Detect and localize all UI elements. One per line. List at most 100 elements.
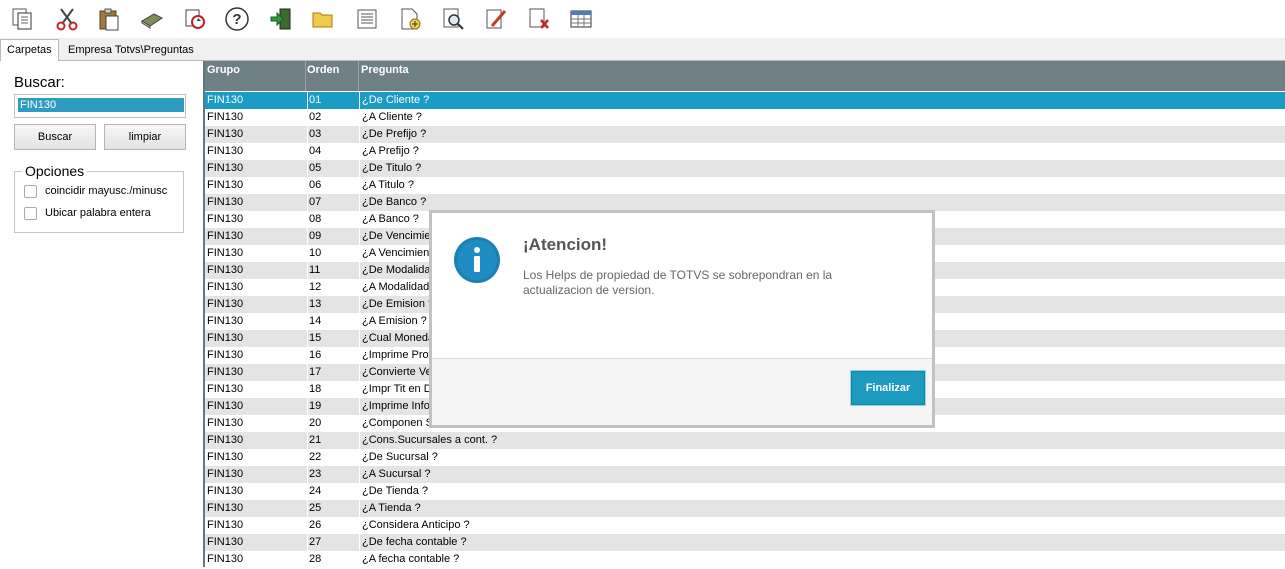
table-icon[interactable] [568, 6, 594, 32]
cell-pregunta: ¿De Prefijo ? [359, 126, 1262, 143]
cell-grupo: FIN130 [207, 281, 244, 293]
grid-header: Grupo Orden Pregunta [205, 61, 1285, 91]
cell-orden: 21 [307, 432, 359, 449]
column-header-pregunta[interactable]: Pregunta [361, 64, 409, 76]
new-document-icon[interactable] [397, 6, 423, 32]
cell-grupo: FIN130 [207, 213, 244, 225]
cell-pregunta: ¿De Titulo ? [359, 160, 1262, 177]
finalizar-button[interactable]: Finalizar [851, 371, 925, 405]
cell-grupo: FIN130 [207, 111, 244, 123]
cell-orden: 04 [307, 143, 359, 160]
cell-orden: 17 [307, 364, 359, 381]
cell-grupo: FIN130 [207, 179, 244, 191]
match-case-option[interactable]: coincidir mayusc./minusc [24, 183, 167, 199]
opciones-legend: Opciones [22, 163, 88, 179]
column-header-grupo[interactable]: Grupo [207, 64, 240, 76]
cell-grupo: FIN130 [207, 451, 244, 463]
tab-empresa-preguntas[interactable]: Empresa Totvs\Preguntas [62, 40, 200, 60]
cell-orden: 19 [307, 398, 359, 415]
search-box [14, 94, 186, 118]
exit-icon[interactable] [268, 6, 294, 32]
column-separator [305, 61, 306, 91]
cell-orden: 10 [307, 245, 359, 262]
table-row[interactable]: FIN130 27 ¿De fecha contable ? [205, 534, 1285, 552]
preview-icon[interactable] [440, 6, 466, 32]
cell-orden: 12 [307, 279, 359, 296]
cell-grupo: FIN130 [207, 128, 244, 140]
cell-orden: 02 [307, 109, 359, 126]
column-header-orden[interactable]: Orden [307, 64, 339, 76]
cell-pregunta: ¿A fecha contable ? [359, 551, 1262, 568]
help-icon[interactable]: ? [224, 6, 250, 32]
copy-icon[interactable] [9, 6, 35, 32]
table-row[interactable]: FIN130 28 ¿A fecha contable ? [205, 551, 1285, 569]
tab-carpetas[interactable]: Carpetas [0, 39, 59, 61]
limpiar-button[interactable]: limpiar [104, 124, 186, 150]
cell-grupo: FIN130 [207, 400, 244, 412]
cell-orden: 06 [307, 177, 359, 194]
cell-grupo: FIN130 [207, 366, 244, 378]
cell-orden: 05 [307, 160, 359, 177]
table-row[interactable]: FIN130 01 ¿De Cliente ? [205, 92, 1285, 110]
cell-grupo: FIN130 [207, 298, 244, 310]
delete-icon[interactable] [526, 6, 552, 32]
cell-grupo: FIN130 [207, 145, 244, 157]
cell-orden: 20 [307, 415, 359, 432]
book-icon[interactable] [139, 6, 165, 32]
cell-grupo: FIN130 [207, 196, 244, 208]
cell-pregunta: ¿De Sucursal ? [359, 449, 1262, 466]
whole-word-option[interactable]: Ubicar palabra entera [24, 205, 151, 221]
table-row[interactable]: FIN130 24 ¿De Tienda ? [205, 483, 1285, 501]
cell-pregunta: ¿De fecha contable ? [359, 534, 1262, 551]
cell-grupo: FIN130 [207, 349, 244, 361]
cell-grupo: FIN130 [207, 468, 244, 480]
table-row[interactable]: FIN130 23 ¿A Sucursal ? [205, 466, 1285, 484]
table-row[interactable]: FIN130 04 ¿A Prefijo ? [205, 143, 1285, 161]
cell-orden: 24 [307, 483, 359, 500]
table-row[interactable]: FIN130 22 ¿De Sucursal ? [205, 449, 1285, 467]
cell-pregunta: ¿De Cliente ? [359, 92, 1262, 109]
cell-pregunta: ¿De Tienda ? [359, 483, 1262, 500]
whole-word-checkbox[interactable] [24, 206, 37, 220]
paste-icon[interactable] [96, 6, 122, 32]
cell-orden: 27 [307, 534, 359, 551]
table-row[interactable]: FIN130 03 ¿De Prefijo ? [205, 126, 1285, 144]
edit-icon[interactable] [483, 6, 509, 32]
table-row[interactable]: FIN130 06 ¿A Titulo ? [205, 177, 1285, 195]
folder-icon[interactable] [310, 6, 336, 32]
cell-grupo: FIN130 [207, 264, 244, 276]
dialog-message: Los Helps de propiedad de TOTVS se sobre… [523, 268, 833, 297]
cell-grupo: FIN130 [207, 94, 244, 106]
cell-grupo: FIN130 [207, 553, 244, 565]
cut-icon[interactable] [54, 6, 80, 32]
cell-pregunta: ¿A Cliente ? [359, 109, 1262, 126]
cell-orden: 07 [307, 194, 359, 211]
cell-grupo: FIN130 [207, 536, 244, 548]
cell-grupo: FIN130 [207, 383, 244, 395]
table-row[interactable]: FIN130 05 ¿De Titulo ? [205, 160, 1285, 178]
cell-grupo: FIN130 [207, 247, 244, 259]
match-case-checkbox[interactable] [24, 184, 37, 198]
cell-grupo: FIN130 [207, 162, 244, 174]
svg-text:?: ? [232, 11, 241, 28]
cell-orden: 09 [307, 228, 359, 245]
list-icon[interactable] [354, 6, 380, 32]
toolbar: ? [0, 0, 1285, 39]
refresh-icon[interactable] [182, 6, 208, 32]
table-row[interactable]: FIN130 26 ¿Considera Anticipo ? [205, 517, 1285, 535]
search-title: Buscar: [14, 74, 65, 91]
table-row[interactable]: FIN130 02 ¿A Cliente ? [205, 109, 1285, 127]
column-separator [358, 61, 359, 91]
table-row[interactable]: FIN130 25 ¿A Tienda ? [205, 500, 1285, 518]
buscar-button[interactable]: Buscar [14, 124, 96, 150]
dialog-body: ¡Atencion! Los Helps de propiedad de TOT… [432, 213, 932, 359]
cell-orden: 01 [307, 92, 359, 109]
cell-pregunta: ¿Cons.Sucursales a cont. ? [359, 432, 1262, 449]
cell-pregunta: ¿A Tienda ? [359, 500, 1262, 517]
table-row[interactable]: FIN130 21 ¿Cons.Sucursales a cont. ? [205, 432, 1285, 450]
cell-pregunta: ¿A Prefijo ? [359, 143, 1262, 160]
cell-orden: 28 [307, 551, 359, 568]
cell-grupo: FIN130 [207, 502, 244, 514]
search-input[interactable] [18, 98, 184, 112]
cell-orden: 25 [307, 500, 359, 517]
